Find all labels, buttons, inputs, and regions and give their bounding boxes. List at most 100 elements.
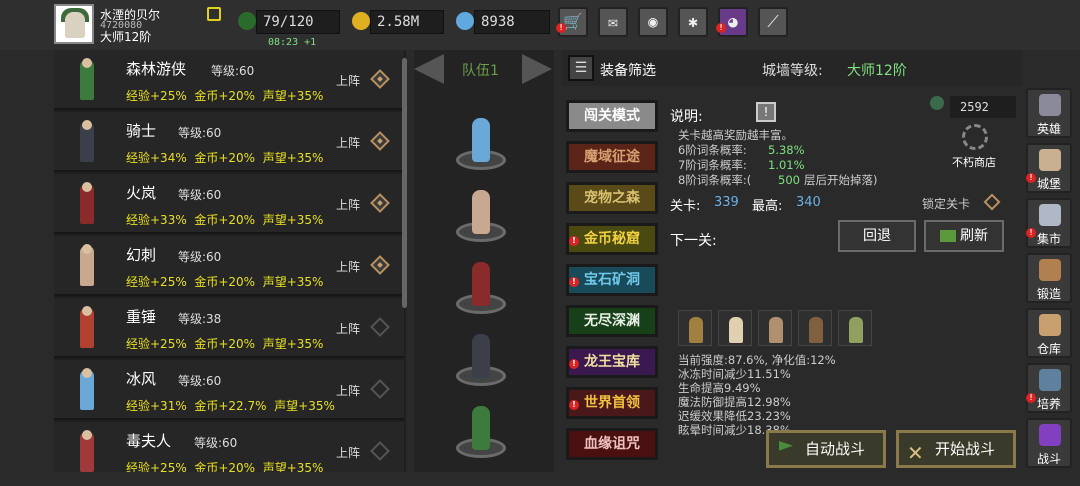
team-panel: 队伍1 (414, 50, 554, 472)
team-next-arrow-icon[interactable] (522, 54, 552, 84)
filter-list-icon[interactable]: ☰ (568, 55, 594, 81)
lock-stage-toggle[interactable] (983, 193, 1001, 211)
color-wheel-icon: ◕ (728, 12, 738, 31)
hero-name: 毒夫人 (126, 432, 172, 450)
castle-icon (1039, 149, 1061, 171)
hero-row[interactable]: 火岚 等级:60 经验+33% 金币+20% 声望+35% 上阵 (54, 174, 404, 234)
alert-badge: ! (569, 400, 579, 410)
sidebar-button[interactable]: 英雄 (1026, 88, 1072, 138)
hero-row[interactable]: 骑士 等级:60 经验+34% 金币+20% 声望+35% 上阵 (54, 112, 404, 172)
mode-button[interactable]: 龙王宝库! (566, 346, 658, 378)
equipment-filter-label[interactable]: 装备筛选 (600, 60, 656, 80)
feather-button[interactable]: ⟋ (758, 7, 788, 37)
hero-level: 等级:60 (194, 436, 238, 450)
stage-modifier-line: 迟缓效果降低23.23% (678, 409, 791, 423)
deploy-label: 上阵 (336, 384, 361, 398)
alert-badge: ! (1026, 173, 1036, 183)
hero-list-scrollbar[interactable] (402, 58, 407, 308)
team-slot[interactable] (456, 406, 508, 458)
start-battle-button[interactable]: ✕ 开始战斗 (896, 430, 1016, 468)
team-prev-arrow-icon[interactable] (414, 54, 444, 84)
deploy-toggle[interactable] (370, 193, 390, 213)
hero-list[interactable]: 森林游侠 等级:60 经验+25% 金币+20% 声望+35% 上阵 骑士 等级:60 经验… (54, 50, 406, 472)
mode-label: 宠物之森 (584, 190, 640, 206)
sidebar-button[interactable]: 战斗 (1026, 418, 1072, 468)
mode-button[interactable]: 世界首领! (566, 387, 658, 419)
warehouse-icon (1039, 314, 1061, 336)
team-slot[interactable] (456, 118, 508, 170)
hero-row[interactable]: 幻刺 等级:60 经验+25% 金币+20% 声望+35% 上阵 (54, 236, 404, 296)
deploy-toggle[interactable] (370, 69, 390, 89)
auto-battle-label: 自动战斗 (805, 440, 866, 458)
deploy-label: 上阵 (336, 446, 361, 460)
hero-name: 森林游侠 (126, 60, 187, 78)
hero-portrait (64, 304, 110, 352)
mode-button[interactable]: 无尽深渊 (566, 305, 658, 337)
enemy-portrait[interactable] (678, 310, 712, 346)
team-slot[interactable] (456, 334, 508, 386)
deploy-label: 上阵 (336, 322, 361, 336)
stamina-timer: 08:23 +1 (268, 37, 317, 48)
mode-button[interactable]: 宠物之森 (566, 182, 658, 214)
sidebar-button[interactable]: 培养! (1026, 363, 1072, 413)
sidebar-button[interactable]: 锻造 (1026, 253, 1072, 303)
alert-badge: ! (1026, 393, 1036, 403)
hero-bonus-stats: 经验+31% 金币+22.7% 声望+35% (126, 399, 335, 413)
enemy-portrait[interactable] (838, 310, 872, 346)
mode-label: 魔域征途 (584, 149, 640, 165)
hero-row[interactable]: 毒夫人 等级:60 经验+25% 金币+20% 声望+35% 上阵 (54, 422, 404, 472)
enemy-figure (729, 317, 743, 343)
shop-cart-button[interactable]: 🛒! (556, 7, 588, 37)
mode-button[interactable]: 血缘诅咒 (566, 428, 658, 460)
tier8-chance-tail: 层后开始掉落) (804, 173, 878, 187)
auto-battle-button[interactable]: 自动战斗 (766, 430, 886, 468)
immortal-shop-icon[interactable] (962, 124, 988, 150)
mode-button[interactable]: 宝石矿洞! (566, 264, 658, 296)
sidebar-button[interactable]: 仓库 (1026, 308, 1072, 358)
deploy-toggle[interactable] (370, 317, 390, 337)
alert-badge: ! (569, 277, 579, 287)
immortal-shop-label[interactable]: 不朽商店 (952, 154, 996, 170)
enemy-figure (689, 317, 703, 343)
team-slot[interactable] (456, 262, 508, 314)
color-wheel-button[interactable]: ◕! (716, 7, 748, 37)
deploy-toggle[interactable] (370, 441, 390, 461)
deploy-toggle[interactable] (370, 131, 390, 151)
enemy-portrait[interactable] (718, 310, 752, 346)
info-icon[interactable]: ! (756, 102, 776, 122)
team-slot[interactable] (456, 190, 508, 242)
hero-row[interactable]: 森林游侠 等级:60 经验+25% 金币+20% 声望+35% 上阵 (54, 50, 404, 110)
deploy-label: 上阵 (336, 136, 361, 150)
enemy-portrait[interactable] (798, 310, 832, 346)
mode-button[interactable]: 魔域征途 (566, 141, 658, 173)
tier7-chance-value: 1.01% (768, 158, 805, 172)
market-icon (1039, 204, 1061, 226)
mode-button[interactable]: 闯关模式 (566, 100, 658, 132)
refresh-label: 刷新 (960, 228, 988, 244)
hero-portrait (64, 428, 110, 472)
sidebar-label: 战斗 (1036, 452, 1061, 466)
settings-button[interactable]: ✱ (678, 7, 708, 37)
mail-button[interactable]: ✉ (598, 7, 628, 37)
hero-row[interactable]: 重锤 等级:38 经验+25% 金币+20% 声望+35% 上阵 (54, 298, 404, 358)
deploy-toggle[interactable] (370, 255, 390, 275)
training-icon (1039, 369, 1061, 391)
hero-bonus-stats: 经验+25% 金币+20% 声望+35% (126, 337, 324, 351)
best-label: 最高: (752, 199, 783, 214)
sidebar-button[interactable]: 城堡! (1026, 143, 1072, 193)
gamepad-icon: ◉ (648, 12, 658, 31)
mode-button[interactable]: 金币秘窟! (566, 223, 658, 255)
hero-row[interactable]: 冰风 等级:60 经验+31% 金币+22.7% 声望+35% 上阵 (54, 360, 404, 420)
gem-value: 8938 (474, 10, 550, 34)
sidebar-button[interactable]: 集市! (1026, 198, 1072, 248)
deploy-toggle[interactable] (370, 379, 390, 399)
description-line-1: 关卡越高奖励越丰富。 (678, 128, 793, 142)
refresh-button[interactable]: 刷新 (924, 220, 1004, 252)
back-button[interactable]: 回退 (838, 220, 916, 252)
gamepad-button[interactable]: ◉ (638, 7, 668, 37)
player-rank: 大师12阶 (100, 30, 152, 44)
enemy-portrait[interactable] (758, 310, 792, 346)
enemy-figure (769, 317, 783, 343)
edit-icon[interactable] (207, 7, 221, 21)
player-avatar[interactable] (54, 4, 94, 44)
